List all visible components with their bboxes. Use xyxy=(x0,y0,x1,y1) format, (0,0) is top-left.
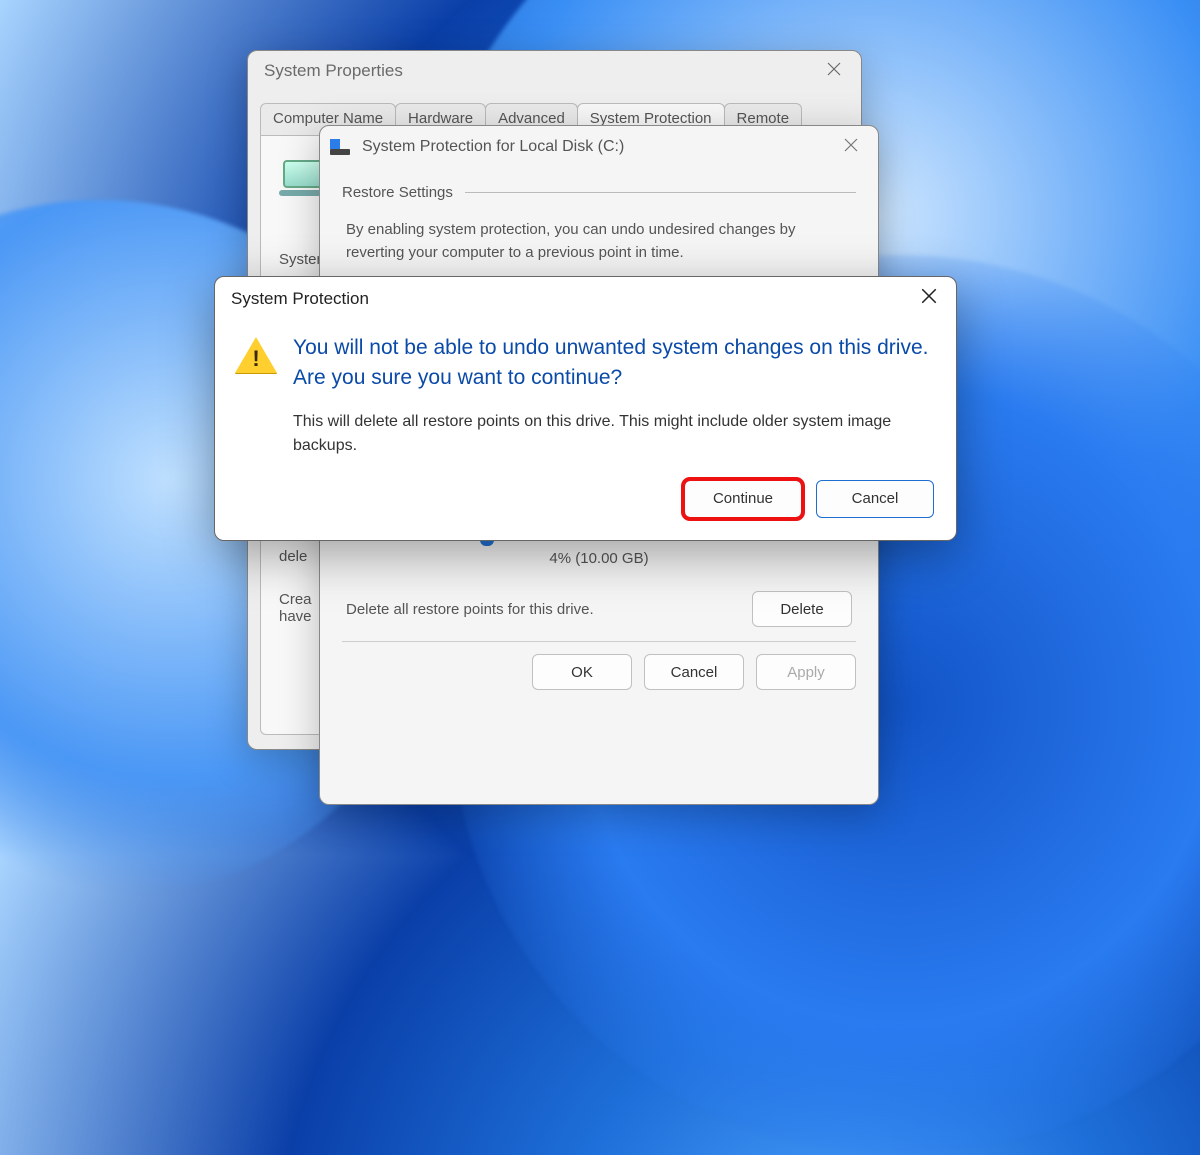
confirm-subtext: This will delete all restore points on t… xyxy=(293,410,930,458)
close-icon[interactable] xyxy=(834,136,868,159)
restore-settings-desc: By enabling system protection, you can u… xyxy=(342,219,856,276)
cancel-button[interactable]: Cancel xyxy=(816,480,934,518)
confirm-footer: Continue Cancel xyxy=(215,470,956,540)
sysprops-titlebar[interactable]: System Properties xyxy=(248,51,861,91)
config-titlebar[interactable]: System Protection for Local Disk (C:) xyxy=(320,126,878,168)
config-title: System Protection for Local Disk (C:) xyxy=(356,138,834,156)
delete-button[interactable]: Delete xyxy=(752,591,852,627)
restore-settings-label: Restore Settings xyxy=(342,184,453,201)
confirmation-dialog: System Protection ! You will not be able… xyxy=(214,276,957,541)
confirm-title: System Protection xyxy=(225,289,912,309)
restore-settings-group: Restore Settings By enabling system prot… xyxy=(342,184,856,276)
continue-button[interactable]: Continue xyxy=(684,480,802,518)
close-icon[interactable] xyxy=(912,287,946,311)
confirm-titlebar[interactable]: System Protection xyxy=(215,277,956,321)
close-icon[interactable] xyxy=(817,60,851,83)
cancel-button[interactable]: Cancel xyxy=(644,654,744,690)
confirm-headline: You will not be able to undo unwanted sy… xyxy=(293,333,930,394)
ok-button[interactable]: OK xyxy=(532,654,632,690)
config-footer: OK Cancel Apply xyxy=(342,654,856,690)
warning-icon: ! xyxy=(235,337,277,375)
max-usage-value: 4% (10.00 GB) xyxy=(342,550,856,567)
sysprops-title: System Properties xyxy=(258,61,817,81)
delete-restore-points-text: Delete all restore points for this drive… xyxy=(346,601,742,618)
apply-button: Apply xyxy=(756,654,856,690)
drive-icon xyxy=(330,139,350,155)
